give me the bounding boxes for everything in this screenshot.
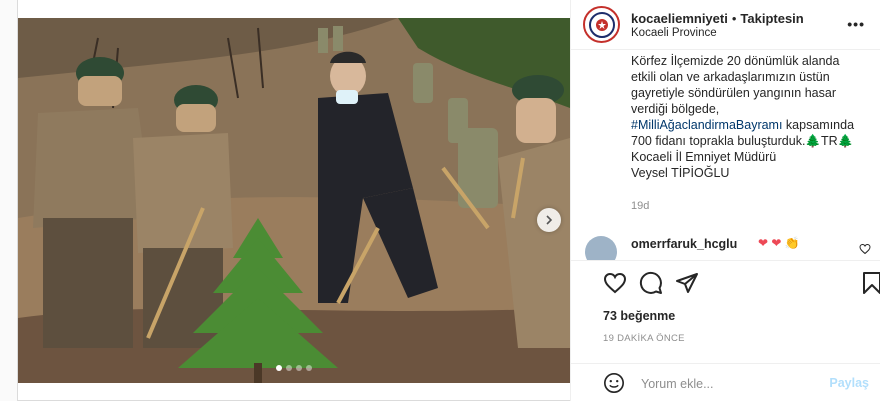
post-photo[interactable]: [18, 18, 570, 383]
comment-input[interactable]: [641, 374, 821, 394]
smiley-icon: [604, 373, 624, 393]
following-button[interactable]: Takiptesin: [740, 11, 803, 26]
hashtag-link[interactable]: #MilliAğaclandirmaBayramı: [631, 118, 782, 132]
police-badge-icon: [588, 11, 615, 38]
caption-line: verdiği bölgede,: [631, 102, 720, 116]
comment-clap: 👏: [784, 236, 800, 250]
comment-row: omerrfaruk_hcglu ❤ ❤ 👏: [571, 232, 880, 260]
paper-plane-icon: [676, 273, 698, 293]
post-caption: Körfez İlçemizde 20 dönümlük alanda etki…: [631, 53, 871, 181]
caption-line: #MilliAğaclandirmaBayramı kapsamında: [631, 117, 871, 133]
emoji-button[interactable]: [603, 372, 625, 399]
like-count[interactable]: 73 beğenme: [603, 309, 675, 323]
heart-icon: [603, 272, 627, 294]
caption-line: gayretiyle söndürülen yangının hasar: [631, 86, 836, 100]
caption-emoji: 🌲TR🌲: [805, 134, 854, 148]
profile-avatar[interactable]: [583, 6, 620, 43]
post-actions: 73 beğenme 19 DAKİKA ÖNCE: [571, 260, 880, 370]
instagram-post: kocaeliemniyeti • Takiptesin Kocaeli Provi…: [17, 0, 880, 401]
post-location[interactable]: Kocaeli Province: [631, 27, 717, 39]
share-button[interactable]: [675, 271, 699, 300]
post-username[interactable]: kocaeliemniyeti: [631, 11, 728, 26]
like-button[interactable]: [603, 271, 627, 300]
caption-text: 700 fidanı toprakla buluşturduk.: [631, 134, 806, 148]
commenter-username[interactable]: omerrfaruk_hcglu: [631, 237, 737, 251]
carousel-dot: [286, 365, 292, 371]
carousel-dot: [296, 365, 302, 371]
post-timestamp: 19 DAKİKA ÖNCE: [603, 333, 685, 344]
heart-outline-icon: [859, 243, 871, 255]
caption-text: kapsamında: [782, 118, 855, 132]
caption-timestamp: 19d: [631, 200, 650, 212]
separator-dot: •: [731, 11, 737, 26]
post-comment-button[interactable]: Paylaş: [829, 376, 869, 390]
comment-text: ❤ ❤ 👏: [758, 236, 800, 250]
bookmark-icon: [863, 272, 880, 294]
carousel-dot: [276, 365, 282, 371]
post-side-panel: kocaeliemniyeti • Takiptesin Kocaeli Provi…: [570, 0, 880, 401]
caption-line: Körfez İlçemizde 20 dönümlük alanda: [631, 54, 840, 68]
caption-line: Veysel TİPİOĞLU: [631, 166, 730, 180]
chevron-right-icon: [546, 215, 553, 225]
more-options-button[interactable]: •••: [847, 16, 865, 32]
photo-illustration: [18, 18, 570, 383]
carousel-dot: [306, 365, 312, 371]
speech-bubble-icon: [639, 271, 662, 294]
comment-button[interactable]: [639, 271, 663, 300]
post-header: kocaeliemniyeti • Takiptesin Kocaeli Provi…: [571, 0, 880, 50]
caption-line: 700 fidanı toprakla buluşturduk.🌲TR🌲: [631, 133, 871, 149]
caption-line: etkili olan ve arkadaşlarımızın üstün: [631, 70, 830, 84]
comment-like-button[interactable]: [859, 242, 871, 260]
caption-line: Kocaeli İl Emniyet Müdürü: [631, 150, 777, 164]
commenter-avatar[interactable]: [585, 236, 617, 260]
save-button[interactable]: [861, 271, 880, 300]
add-comment-bar: Paylaş: [571, 363, 880, 401]
comment-hearts: ❤ ❤: [758, 236, 782, 250]
carousel-next-button[interactable]: [537, 208, 561, 232]
carousel-dots: [18, 365, 570, 371]
